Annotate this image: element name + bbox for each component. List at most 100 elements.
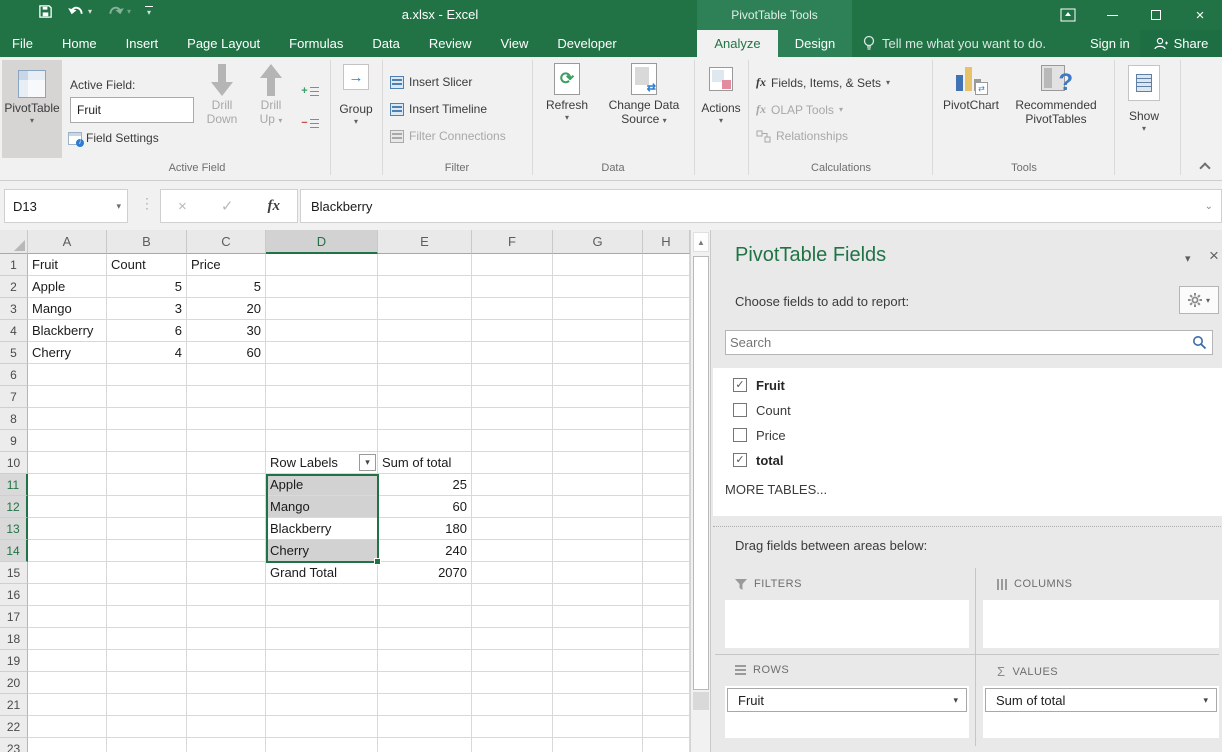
filters-area-dropzone[interactable] [725, 600, 969, 648]
cell-B10[interactable] [107, 452, 187, 474]
cell-A14[interactable] [28, 540, 107, 562]
cell-E15[interactable]: 2070 [378, 562, 472, 584]
pivotchart-button[interactable]: ⇄ PivotChart [938, 63, 1004, 112]
cell-G15[interactable] [553, 562, 643, 584]
tab-view[interactable]: View [500, 36, 528, 51]
cell-E13[interactable]: 180 [378, 518, 472, 540]
cell-G22[interactable] [553, 716, 643, 738]
cell-A10[interactable] [28, 452, 107, 474]
cell-G23[interactable] [553, 738, 643, 752]
cell-A22[interactable] [28, 716, 107, 738]
row-header-17[interactable]: 17 [0, 606, 28, 628]
columns-area-dropzone[interactable] [983, 600, 1219, 648]
cell-H6[interactable] [643, 364, 690, 386]
cell-D9[interactable] [266, 430, 378, 452]
cell-F19[interactable] [472, 650, 553, 672]
cell-F21[interactable] [472, 694, 553, 716]
cell-D16[interactable] [266, 584, 378, 606]
cell-F9[interactable] [472, 430, 553, 452]
checkbox-count-unchecked[interactable] [733, 403, 747, 417]
relationships-button[interactable]: Relationships [756, 129, 848, 143]
pivottable-options-button[interactable]: PivotTable ▾ [2, 60, 62, 158]
cell-D18[interactable] [266, 628, 378, 650]
scrollbar-thumb[interactable] [693, 256, 709, 690]
checkbox-price-unchecked[interactable] [733, 428, 747, 442]
cell-C22[interactable] [187, 716, 266, 738]
cell-E18[interactable] [378, 628, 472, 650]
row-header-22[interactable]: 22 [0, 716, 28, 738]
cell-H15[interactable] [643, 562, 690, 584]
cell-H1[interactable] [643, 254, 690, 276]
checkbox-fruit-checked[interactable]: ✓ [733, 378, 747, 392]
col-header-C[interactable]: C [187, 230, 266, 254]
cell-D21[interactable] [266, 694, 378, 716]
maximize-button[interactable] [1134, 0, 1178, 30]
cell-F10[interactable] [472, 452, 553, 474]
change-data-source-button[interactable]: Change Data Source ▾ [598, 63, 690, 126]
cell-F23[interactable] [472, 738, 553, 752]
row-header-13[interactable]: 13 [0, 518, 28, 540]
cell-E11[interactable]: 25 [378, 474, 472, 496]
save-button[interactable] [38, 4, 53, 19]
insert-timeline-button[interactable]: Insert Timeline [390, 102, 487, 116]
cell-H11[interactable] [643, 474, 690, 496]
pane-options-icon[interactable]: ▾ [1185, 252, 1191, 265]
cell-B15[interactable] [107, 562, 187, 584]
row-header-14[interactable]: 14 [0, 540, 28, 562]
cell-B16[interactable] [107, 584, 187, 606]
row-header-12[interactable]: 12 [0, 496, 28, 518]
pill-dropdown-icon[interactable]: ▾ [953, 695, 958, 706]
cell-H17[interactable] [643, 606, 690, 628]
cell-E6[interactable] [378, 364, 472, 386]
cell-C7[interactable] [187, 386, 266, 408]
col-header-D[interactable]: D [266, 230, 378, 254]
cell-A18[interactable] [28, 628, 107, 650]
checkbox-total-checked[interactable]: ✓ [733, 453, 747, 467]
cell-F7[interactable] [472, 386, 553, 408]
cell-H8[interactable] [643, 408, 690, 430]
cell-B23[interactable] [107, 738, 187, 752]
cell-D15[interactable]: Grand Total [266, 562, 378, 584]
row-header-3[interactable]: 3 [0, 298, 28, 320]
cell-F6[interactable] [472, 364, 553, 386]
cell-B19[interactable] [107, 650, 187, 672]
tab-formulas[interactable]: Formulas [289, 36, 343, 51]
tab-review[interactable]: Review [429, 36, 472, 51]
row-header-9[interactable]: 9 [0, 430, 28, 452]
cell-C16[interactable] [187, 584, 266, 606]
cell-A23[interactable] [28, 738, 107, 752]
cell-D17[interactable] [266, 606, 378, 628]
cell-D20[interactable] [266, 672, 378, 694]
cell-F15[interactable] [472, 562, 553, 584]
cell-F13[interactable] [472, 518, 553, 540]
search-input[interactable] [730, 333, 1170, 352]
cell-C14[interactable] [187, 540, 266, 562]
cell-A5[interactable]: Cherry [28, 342, 107, 364]
cell-H18[interactable] [643, 628, 690, 650]
cell-G3[interactable] [553, 298, 643, 320]
refresh-button[interactable]: ⟳ Refresh ▾ [538, 63, 596, 122]
cell-C21[interactable] [187, 694, 266, 716]
cell-A11[interactable] [28, 474, 107, 496]
cell-C11[interactable] [187, 474, 266, 496]
cell-G2[interactable] [553, 276, 643, 298]
insert-function-button[interactable]: fx [267, 198, 280, 215]
cell-B22[interactable] [107, 716, 187, 738]
cell-E9[interactable] [378, 430, 472, 452]
redo-dropdown-icon[interactable]: ▾ [127, 7, 131, 16]
cell-B12[interactable] [107, 496, 187, 518]
field-item-price[interactable]: Price [733, 423, 786, 447]
cell-H14[interactable] [643, 540, 690, 562]
cell-F12[interactable] [472, 496, 553, 518]
row-header-21[interactable]: 21 [0, 694, 28, 716]
cell-H16[interactable] [643, 584, 690, 606]
cell-B6[interactable] [107, 364, 187, 386]
cell-F11[interactable] [472, 474, 553, 496]
cell-B21[interactable] [107, 694, 187, 716]
cell-D7[interactable] [266, 386, 378, 408]
cell-A21[interactable] [28, 694, 107, 716]
cell-A4[interactable]: Blackberry [28, 320, 107, 342]
cell-A2[interactable]: Apple [28, 276, 107, 298]
cell-E14[interactable]: 240 [378, 540, 472, 562]
cell-G20[interactable] [553, 672, 643, 694]
